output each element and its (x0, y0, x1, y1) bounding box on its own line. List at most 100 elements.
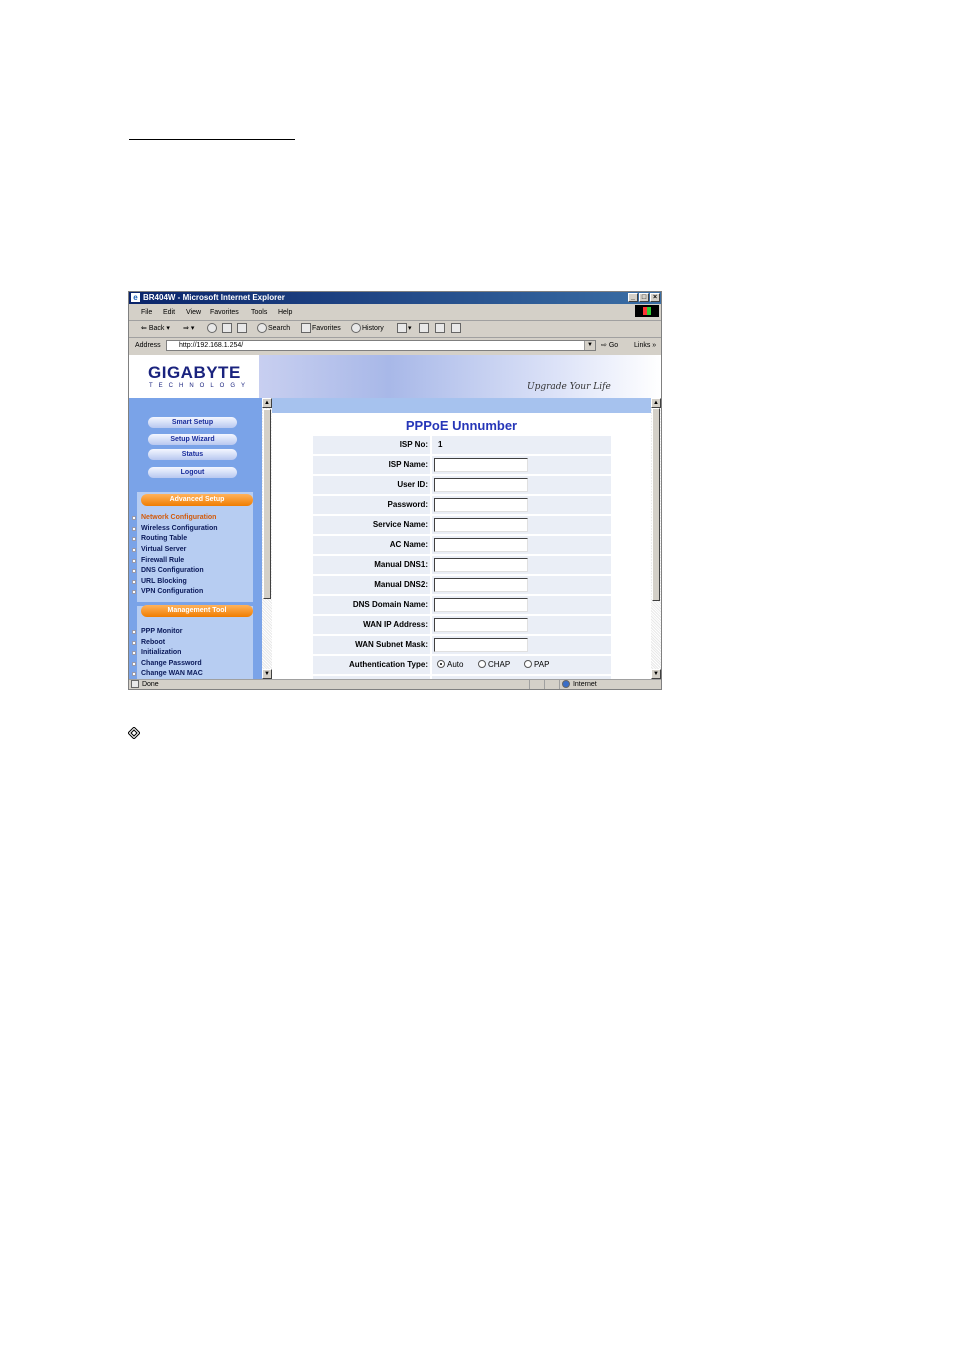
auth-pap-radio[interactable] (524, 660, 532, 668)
minimize-button[interactable]: _ (628, 293, 638, 302)
manual-dns2-row: Manual DNS2: (313, 576, 611, 594)
sidebar-scrollbar[interactable]: ▲ ▼ (262, 398, 272, 679)
nav-change-password[interactable]: Change Password (132, 659, 202, 668)
status-zone-label: Internet (572, 681, 597, 688)
page-icon (131, 680, 139, 689)
nav-url-blocking[interactable]: URL Blocking (132, 577, 187, 586)
manual-dns2-input[interactable] (434, 578, 528, 592)
close-button[interactable]: × (650, 293, 660, 302)
back-button[interactable]: ⇐ Back ▾ (141, 321, 170, 337)
status-zone: Internet (562, 680, 597, 689)
stop-button[interactable] (207, 321, 218, 337)
nav-initialization[interactable]: Initialization (131, 648, 181, 657)
forward-icon: ⇒ (183, 325, 189, 332)
status-button[interactable]: Status (148, 449, 237, 460)
status-done: Done (141, 681, 159, 688)
service-name-label: Service Name: (313, 516, 430, 534)
print-icon (419, 323, 429, 334)
manual-dns1-label: Manual DNS1: (313, 556, 430, 574)
diamond-bullet-icon (128, 727, 140, 739)
edit-button[interactable] (435, 321, 446, 337)
search-button[interactable]: Search (257, 321, 290, 337)
menu-file[interactable]: File (141, 305, 152, 320)
favorites-icon (301, 323, 311, 334)
ac-name-label: AC Name: (313, 536, 430, 554)
sidebar-scroll-up-button[interactable]: ▲ (262, 398, 272, 408)
setup-wizard-button[interactable]: Setup Wizard (148, 434, 237, 445)
content-scroll-down-button[interactable]: ▼ (651, 669, 661, 679)
status-bar: Done Internet (129, 679, 661, 689)
isp-no-row: ISP No: 1 (313, 436, 611, 454)
auth-chap-radio[interactable] (478, 660, 486, 668)
mail-button[interactable]: ▾ (397, 321, 412, 337)
smart-setup-button[interactable]: Smart Setup (148, 417, 237, 428)
manual-dns1-row: Manual DNS1: (313, 556, 611, 574)
nav-vpn-configuration[interactable]: VPN Configuration (131, 587, 203, 596)
manual-dns1-input[interactable] (434, 558, 528, 572)
history-button[interactable]: History (351, 321, 384, 337)
search-label: Search (268, 325, 291, 332)
status-text: Done (131, 680, 159, 689)
favorites-button[interactable]: Favorites (301, 321, 341, 337)
wan-subnet-mask-input[interactable] (434, 638, 528, 652)
address-dropdown-button[interactable]: ▼ (584, 341, 595, 350)
management-tool-header: Management Tool (141, 605, 253, 617)
refresh-button[interactable] (222, 321, 233, 337)
content-scroll-up-button[interactable]: ▲ (651, 398, 661, 408)
nav-reboot[interactable]: Reboot (131, 638, 165, 647)
address-input[interactable]: http://192.168.1.254/ (166, 340, 596, 351)
home-button[interactable] (237, 321, 248, 337)
nav-virtual-server[interactable]: Virtual Server (131, 545, 186, 554)
isp-name-row: ISP Name: (313, 456, 611, 474)
logo-subtitle: TECHNOLOGY (149, 383, 252, 389)
authentication-type-row: Authentication Type: Auto CHAP PAP (313, 656, 611, 674)
forward-button[interactable]: ⇒ ▾ (183, 321, 194, 337)
nav-firewall-rule[interactable]: Firewall Rule (131, 556, 184, 565)
sidebar-scroll-down-button[interactable]: ▼ (262, 669, 272, 679)
nav-network-configuration[interactable]: Network Configuration (131, 513, 216, 522)
wan-subnet-mask-row: WAN Subnet Mask: (313, 636, 611, 654)
window-title: BR404W - Microsoft Internet Explorer (143, 293, 285, 302)
favorites-label: Favorites (312, 325, 341, 332)
nav-change-wan-mac[interactable]: Change WAN MAC (132, 669, 203, 678)
isp-no-label: ISP No: (313, 436, 430, 454)
sidebar-scroll-thumb[interactable] (263, 409, 271, 599)
user-id-cell (432, 476, 611, 494)
menu-edit[interactable]: Edit (163, 305, 175, 320)
nav-dns-configuration[interactable]: DNS Configuration (132, 566, 204, 575)
user-id-input[interactable] (434, 478, 528, 492)
dns-domain-name-label: DNS Domain Name: (313, 596, 430, 614)
menu-help[interactable]: Help (278, 305, 292, 320)
content-scrollbar[interactable]: ▲ ▼ (651, 398, 661, 679)
discuss-button[interactable] (451, 321, 462, 337)
go-button[interactable]: ⇨ Go (601, 338, 618, 353)
ac-name-input[interactable] (434, 538, 528, 552)
links-button[interactable]: Links » (634, 338, 656, 353)
content-scroll-thumb[interactable] (652, 408, 660, 601)
wan-subnet-mask-cell (432, 636, 611, 654)
service-name-cell (432, 516, 611, 534)
menu-view[interactable]: View (186, 305, 201, 320)
maximize-button[interactable]: □ (639, 293, 649, 302)
content-frame: PPPoE Unnumber ISP No: 1 ISP Name: User … (272, 398, 651, 679)
service-name-input[interactable] (434, 518, 528, 532)
back-label: Back (148, 325, 165, 332)
address-bar: Address http://192.168.1.254/ ▼ ⇨ Go Lin… (129, 338, 661, 353)
menu-tools[interactable]: Tools (251, 305, 267, 320)
auth-auto-radio[interactable] (437, 660, 445, 668)
isp-name-input[interactable] (434, 458, 528, 472)
wan-ip-address-input[interactable] (434, 618, 528, 632)
logout-button[interactable]: Logout (148, 467, 237, 478)
nav-routing-table[interactable]: Routing Table (131, 534, 187, 543)
menu-favorites[interactable]: Favorites (210, 305, 239, 320)
password-input[interactable] (434, 498, 528, 512)
discuss-icon (451, 323, 461, 334)
nav-wireless-configuration[interactable]: Wireless Configuration (132, 524, 218, 533)
auth-pap-label: PAP (534, 660, 550, 669)
dns-domain-name-input[interactable] (434, 598, 528, 612)
wan-ip-address-cell (432, 616, 611, 634)
nav-ppp-monitor[interactable]: PPP Monitor (131, 627, 182, 636)
print-button[interactable] (419, 321, 430, 337)
menu-bar: File Edit View Favorites Tools Help (129, 305, 661, 321)
ac-name-cell (432, 536, 611, 554)
